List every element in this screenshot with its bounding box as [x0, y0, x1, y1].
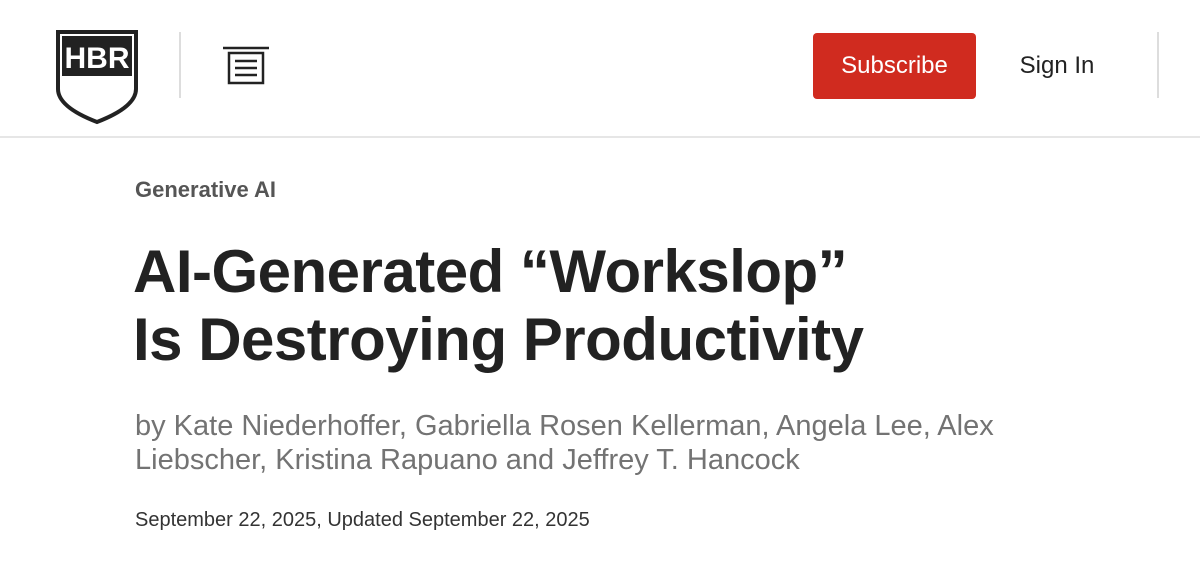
sign-in-button[interactable]: Sign In	[1000, 33, 1114, 99]
hbr-shield-icon: HBR	[56, 30, 138, 125]
article-title-line-1: AI-Generated “Workslop”	[133, 238, 848, 305]
topic-link[interactable]: Generative AI	[135, 177, 276, 203]
byline-line-1: by Kate Niederhoffer, Gabriella Rosen Ke…	[135, 410, 994, 442]
publish-date: September 22, 2025, Updated September 22…	[135, 509, 590, 531]
menu-button[interactable]	[222, 46, 270, 86]
byline-line-2: Liebscher, Kristina Rapuano and Jeffrey …	[135, 444, 800, 476]
author-byline: by Kate Niederhoffer, Gabriella Rosen Ke…	[135, 409, 1175, 477]
logo-text: HBR	[65, 42, 130, 75]
subscribe-button[interactable]: Subscribe	[813, 33, 976, 99]
article-title-line-2: Is Destroying Productivity	[133, 306, 864, 373]
article-title: AI-Generated “Workslop” Is Destroying Pr…	[133, 238, 1173, 374]
header-divider-right	[1157, 32, 1159, 98]
site-header: HBR Subscribe Sign In	[0, 0, 1200, 138]
menu-icon	[223, 46, 269, 85]
hbr-logo[interactable]: HBR	[55, 29, 139, 125]
header-divider	[179, 32, 181, 98]
